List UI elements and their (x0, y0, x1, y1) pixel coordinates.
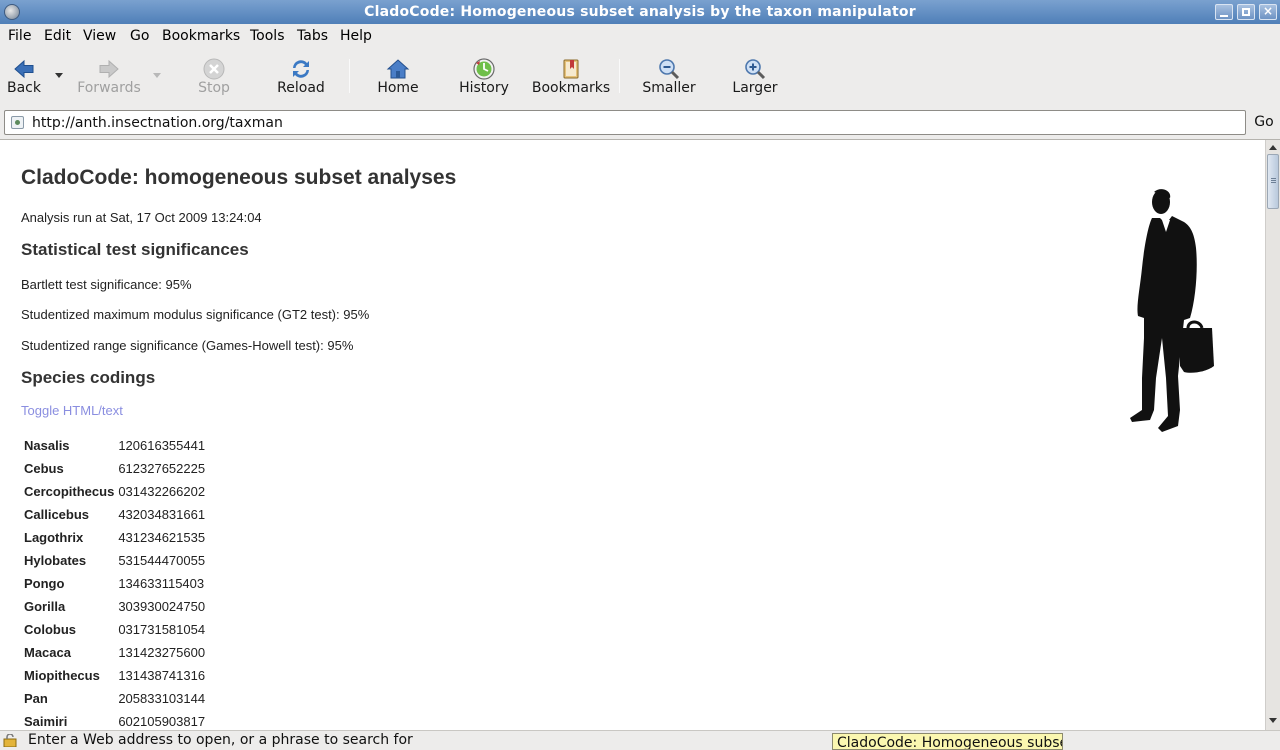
web-content-area[interactable]: CladoCode: homogeneous subset analyses A… (0, 139, 1280, 730)
menu-edit[interactable]: Edit (44, 28, 71, 44)
maximize-button[interactable] (1237, 4, 1255, 20)
table-row: Hylobates 531544470055 (22, 549, 207, 572)
menu-go[interactable]: Go (130, 28, 149, 44)
url-input[interactable] (32, 113, 1232, 132)
species-name: Cebus (24, 461, 64, 476)
zoom-out-button[interactable]: Smaller (640, 47, 698, 103)
games-howell-significance: Studentized range significance (Games-Ho… (21, 338, 354, 353)
species-name: Cercopithecus (24, 484, 115, 499)
species-code: 031731581054 (118, 622, 206, 637)
history-button[interactable]: History (456, 47, 512, 103)
table-row: Pongo 134633115403 (22, 572, 207, 595)
menu-help[interactable]: Help (340, 28, 372, 44)
history-clock-icon (473, 58, 495, 80)
species-name: Hylobates (24, 553, 87, 568)
species-code: 531544470055 (118, 553, 206, 568)
table-row: Gorilla 303930024750 (22, 595, 207, 618)
table-row: Lagothrix 431234621535 (22, 526, 207, 549)
back-arrow-icon (14, 59, 34, 79)
species-name: Gorilla (24, 599, 66, 614)
species-name: Pan (24, 691, 48, 706)
toggle-html-text-link[interactable]: Toggle HTML/text (21, 403, 123, 418)
table-row: Macaca 131423275600 (22, 641, 207, 664)
forward-history-dropdown[interactable] (153, 73, 161, 78)
reload-button[interactable]: Reload (274, 47, 328, 103)
table-row: Colobus 031731581054 (22, 618, 207, 641)
species-name: Saimiri (24, 714, 68, 729)
close-button[interactable]: × (1259, 4, 1277, 20)
location-bar: Go (0, 107, 1280, 139)
zoom-out-magnifier-icon (659, 59, 680, 80)
table-row: Saimiri 602105903817 (22, 710, 207, 730)
window-title: CladoCode: Homogeneous subset analysis b… (364, 4, 916, 20)
status-bar: Enter a Web address to open, or a phrase… (0, 730, 1280, 750)
species-name: Callicebus (24, 507, 90, 522)
scroll-down-arrow-icon[interactable] (1269, 718, 1277, 723)
stop-button[interactable]: Stop (190, 47, 238, 103)
zoom-in-magnifier-icon (745, 59, 766, 80)
table-row: Callicebus 432034831661 (22, 503, 207, 526)
species-code: 131438741316 (118, 668, 206, 683)
forwards-button[interactable]: Forwards (74, 47, 144, 103)
species-code: 602105903817 (118, 714, 206, 729)
page-title-tooltip: CladoCode: Homogeneous subset (832, 733, 1063, 750)
zoom-in-button[interactable]: Larger (728, 47, 782, 103)
species-code: 120616355441 (118, 438, 206, 453)
site-identity-icon[interactable] (11, 116, 24, 129)
close-icon: × (1262, 4, 1274, 18)
status-text: Enter a Web address to open, or a phrase… (28, 732, 413, 748)
species-code: 612327652225 (118, 461, 206, 476)
gt2-significance: Studentized maximum modulus significance… (21, 307, 370, 322)
species-name: Pongo (24, 576, 65, 591)
bookmarks-button[interactable]: Bookmarks (531, 47, 611, 103)
back-history-dropdown[interactable] (55, 73, 63, 78)
species-code: 134633115403 (118, 576, 205, 591)
menu-bookmarks[interactable]: Bookmarks (162, 28, 240, 44)
species-heading: Species codings (21, 368, 156, 387)
bartlett-significance: Bartlett test significance: 95% (21, 277, 192, 292)
home-icon (386, 59, 410, 79)
species-name: Nasalis (24, 438, 70, 453)
page-title: CladoCode: homogeneous subset analyses (21, 166, 457, 189)
species-code: 432034831661 (118, 507, 206, 522)
species-code: 205833103144 (118, 691, 206, 706)
species-code: 303930024750 (118, 599, 206, 614)
table-row: Nasalis 120616355441 (22, 434, 207, 457)
species-name: Miopithecus (24, 668, 100, 683)
species-name: Colobus (24, 622, 76, 637)
bookmarks-book-icon (563, 59, 579, 79)
analysis-run-info: Analysis run at Sat, 17 Oct 2009 13:24:0… (21, 210, 262, 225)
table-row: Pan 205833103144 (22, 687, 207, 710)
businessman-silhouette-image (1130, 189, 1214, 432)
reload-icon (293, 60, 309, 78)
url-field[interactable] (4, 110, 1246, 135)
menu-file[interactable]: File (8, 28, 31, 44)
species-code: 131423275600 (118, 645, 206, 660)
table-row: Miopithecus 131438741316 (22, 664, 207, 687)
scroll-up-arrow-icon[interactable] (1269, 145, 1277, 150)
table-row: Cebus 612327652225 (22, 457, 207, 480)
security-lock-icon[interactable] (3, 734, 17, 747)
go-button[interactable]: Go (1250, 114, 1278, 130)
species-codings-table: Nasalis 120616355441 Cebus 612327652225 Cerc… (22, 434, 207, 730)
home-button[interactable]: Home (372, 47, 424, 103)
forward-arrow-icon (99, 59, 119, 79)
menu-tools[interactable]: Tools (250, 28, 285, 44)
table-row: Cercopithecus 031432266202 (22, 480, 207, 503)
window-titlebar[interactable]: CladoCode: Homogeneous subset analysis b… (0, 0, 1280, 24)
stop-icon (203, 58, 225, 80)
menu-tabs[interactable]: Tabs (297, 28, 328, 44)
scrollbar-thumb[interactable] (1267, 154, 1279, 209)
menu-bar: File Edit View Go Bookmarks Tools Tabs H… (0, 24, 1280, 47)
back-button[interactable]: Back (2, 47, 46, 103)
menu-view[interactable]: View (83, 28, 116, 44)
vertical-scrollbar[interactable] (1265, 140, 1280, 730)
stats-heading: Statistical test significances (21, 240, 249, 259)
species-code: 431234621535 (118, 530, 206, 545)
species-name: Macaca (24, 645, 71, 660)
navigation-toolbar: Back Forwards Stop Reload Home History B… (0, 47, 1280, 107)
minimize-button[interactable] (1215, 4, 1233, 20)
species-code: 031432266202 (118, 484, 206, 499)
species-name: Lagothrix (24, 530, 84, 545)
